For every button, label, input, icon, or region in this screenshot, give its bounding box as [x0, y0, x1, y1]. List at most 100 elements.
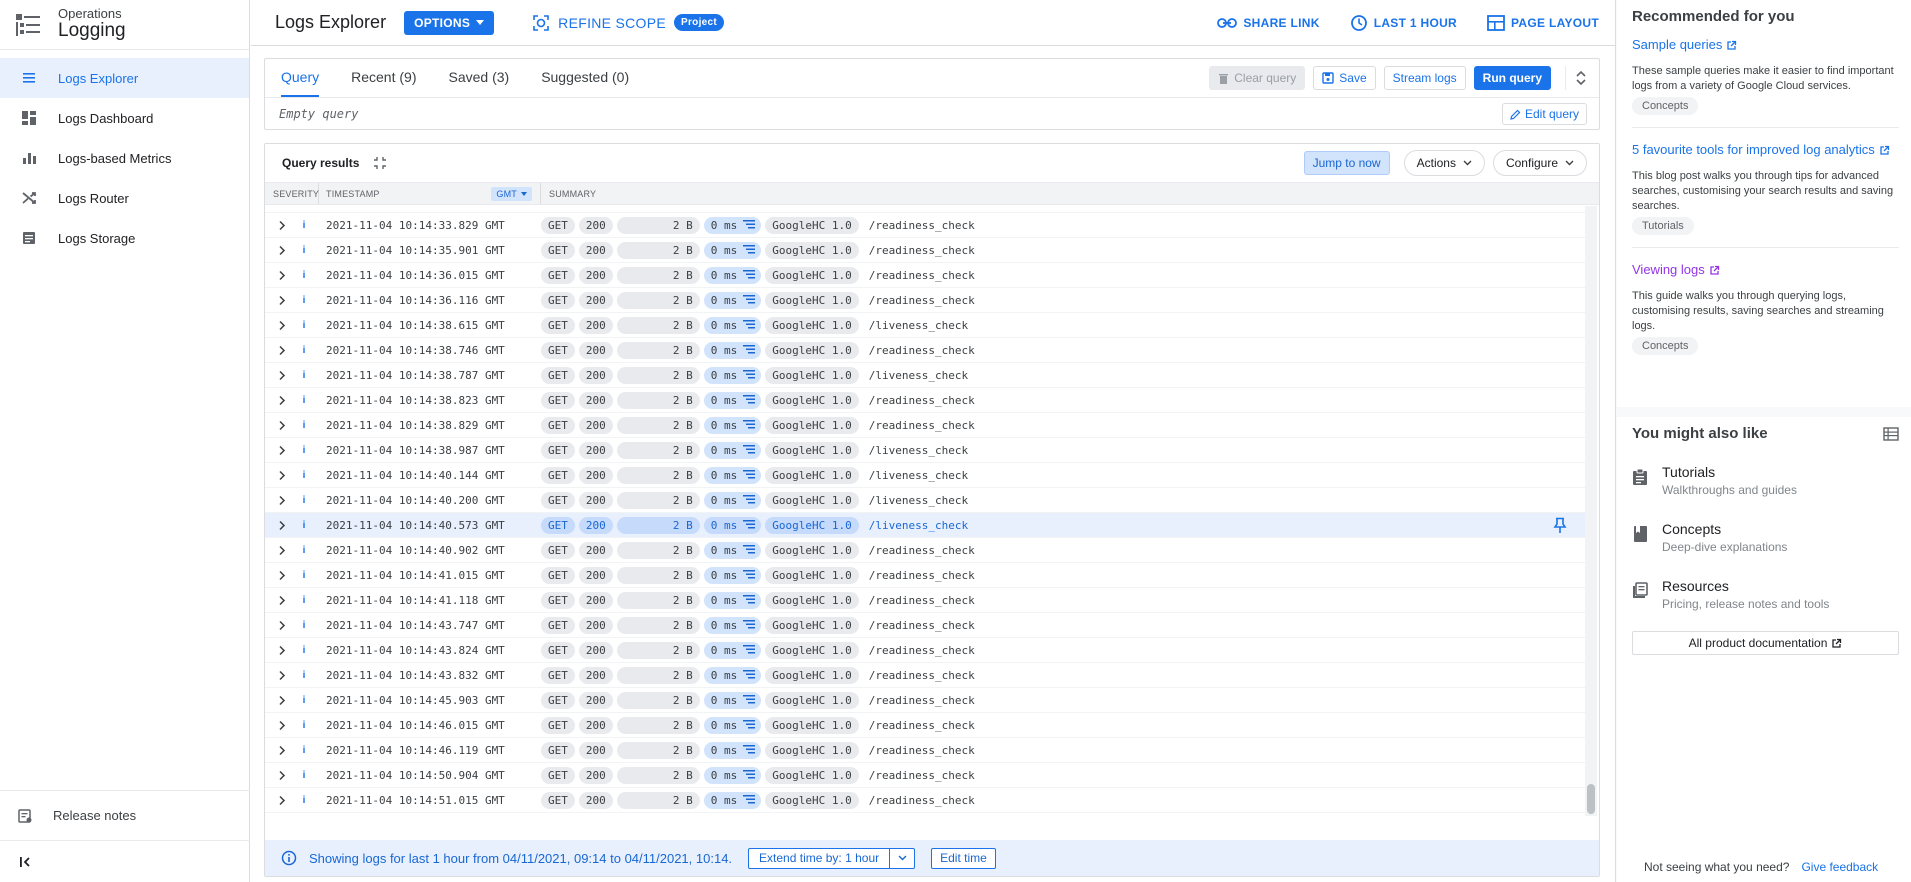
user-agent-chip[interactable]: GoogleHC 1.0 — [765, 266, 859, 284]
expand-row-chevron-icon[interactable] — [265, 595, 289, 606]
expand-row-chevron-icon[interactable] — [265, 520, 289, 531]
method-chip[interactable]: GET — [541, 791, 575, 809]
method-chip[interactable]: GET — [541, 291, 575, 309]
size-chip[interactable]: 2 B — [616, 241, 700, 259]
status-chip[interactable]: 200 — [578, 291, 613, 309]
results-scrollbar[interactable] — [1585, 206, 1597, 816]
table-row[interactable]: i 2021-11-04 10:14:45.903 GMT GET 200 2 B 0 m… — [265, 688, 1587, 713]
nav-item-logs-dashboard[interactable]: Logs Dashboard — [0, 98, 249, 138]
table-row[interactable]: i 2021-11-04 10:14:38.823 GMT GET 200 2 B 0 m… — [265, 388, 1587, 413]
jump-to-now-button[interactable]: Jump to now — [1303, 151, 1390, 175]
method-chip[interactable]: GET — [541, 416, 575, 434]
method-chip[interactable]: GET — [541, 591, 575, 609]
latency-chip[interactable]: 0 ms — [703, 741, 762, 759]
size-chip[interactable]: 2 B — [616, 216, 700, 234]
table-row[interactable]: i 2021-11-04 10:14:35.901 GMT GET 200 2 B 0 m… — [265, 238, 1587, 263]
user-agent-chip[interactable]: GoogleHC 1.0 — [765, 341, 859, 359]
user-agent-chip[interactable]: GoogleHC 1.0 — [765, 566, 859, 584]
method-chip[interactable]: GET — [541, 216, 575, 234]
expand-row-chevron-icon[interactable] — [265, 470, 289, 481]
stream-logs-button[interactable]: Stream logs — [1383, 66, 1466, 90]
status-chip[interactable]: 200 — [578, 566, 613, 584]
expand-row-chevron-icon[interactable] — [265, 570, 289, 581]
user-agent-chip[interactable]: GoogleHC 1.0 — [765, 766, 859, 784]
latency-chip[interactable]: 0 ms — [703, 791, 762, 809]
latency-chip[interactable]: 0 ms — [703, 466, 762, 484]
table-row[interactable]: i 2021-11-04 10:14:46.015 GMT GET 200 2 B 0 m… — [265, 713, 1587, 738]
method-chip[interactable]: GET — [541, 566, 575, 584]
expand-row-chevron-icon[interactable] — [265, 345, 289, 356]
table-row[interactable]: i 2021-11-04 10:14:50.904 GMT GET 200 2 B 0 m… — [265, 763, 1587, 788]
table-row[interactable]: i2021-11-04 10:14:51.120 GMTGET2002 B0 m… — [265, 813, 1587, 816]
user-agent-chip[interactable]: GoogleHC 1.0 — [765, 241, 859, 259]
extend-time-button[interactable]: Extend time by: 1 hour — [748, 847, 916, 869]
user-agent-chip[interactable]: GoogleHC 1.0 — [765, 441, 859, 459]
table-row[interactable]: i 2021-11-04 10:14:38.829 GMT GET 200 2 B 0 m… — [265, 413, 1587, 438]
user-agent-chip[interactable]: GoogleHC 1.0 — [765, 491, 859, 509]
size-chip[interactable]: 2 B — [616, 416, 700, 434]
tab-query[interactable]: Query — [281, 69, 320, 97]
table-row[interactable]: i 2021-11-04 10:14:41.015 GMT GET 200 2 B 0 m… — [265, 563, 1587, 588]
latency-chip[interactable]: 0 ms — [703, 241, 762, 259]
clear-query-button[interactable]: Clear query — [1209, 66, 1306, 90]
refine-scope-button[interactable]: REFINE SCOPE Project — [532, 14, 725, 32]
user-agent-chip[interactable]: GoogleHC 1.0 — [765, 416, 859, 434]
latency-chip[interactable]: 0 ms — [703, 366, 762, 384]
user-agent-chip[interactable]: GoogleHC 1.0 — [765, 466, 859, 484]
tab-saved[interactable]: Saved (3) — [448, 69, 509, 97]
latency-chip[interactable]: 0 ms — [703, 216, 762, 234]
also-like-item-concepts[interactable]: Concepts Deep-dive explanations — [1632, 521, 1899, 554]
status-chip[interactable]: 200 — [578, 391, 613, 409]
user-agent-chip[interactable]: GoogleHC 1.0 — [765, 616, 859, 634]
status-chip[interactable]: 200 — [578, 416, 613, 434]
expand-row-chevron-icon[interactable] — [265, 795, 289, 806]
user-agent-chip[interactable]: GoogleHC 1.0 — [765, 641, 859, 659]
recommended-link[interactable]: Sample queries — [1632, 37, 1722, 52]
status-chip[interactable]: 200 — [578, 516, 613, 534]
release-notes-link[interactable]: Release notes — [0, 790, 250, 840]
size-chip[interactable]: 2 B — [616, 291, 700, 309]
severity-column-header[interactable]: SEVERITY — [265, 183, 319, 204]
method-chip[interactable]: GET — [541, 641, 575, 659]
latency-chip[interactable]: 0 ms — [703, 591, 762, 609]
user-agent-chip[interactable]: GoogleHC 1.0 — [765, 741, 859, 759]
size-chip[interactable]: 2 B — [616, 491, 700, 509]
latency-chip[interactable]: 0 ms — [703, 416, 762, 434]
method-chip[interactable]: GET — [541, 691, 575, 709]
user-agent-chip[interactable]: GoogleHC 1.0 — [765, 516, 859, 534]
status-chip[interactable]: 200 — [578, 666, 613, 684]
expand-row-chevron-icon[interactable] — [265, 545, 289, 556]
expand-row-chevron-icon[interactable] — [265, 420, 289, 431]
method-chip[interactable]: GET — [541, 491, 575, 509]
user-agent-chip[interactable]: GoogleHC 1.0 — [765, 666, 859, 684]
user-agent-chip[interactable]: GoogleHC 1.0 — [765, 716, 859, 734]
timezone-selector[interactable]: GMT — [491, 187, 532, 201]
expand-row-chevron-icon[interactable] — [265, 620, 289, 631]
table-row[interactable]: i 2021-11-04 10:14:40.200 GMT GET 200 2 B 0 m… — [265, 488, 1587, 513]
method-chip[interactable]: GET — [541, 391, 575, 409]
method-chip[interactable]: GET — [541, 516, 575, 534]
table-row[interactable]: i 2021-11-04 10:14:38.615 GMT GET 200 2 B 0 m… — [265, 313, 1587, 338]
collapse-nav-button[interactable] — [0, 840, 250, 882]
method-chip[interactable]: GET — [541, 266, 575, 284]
user-agent-chip[interactable]: GoogleHC 1.0 — [765, 691, 859, 709]
tab-recent[interactable]: Recent (9) — [351, 69, 416, 97]
method-chip[interactable]: GET — [541, 716, 575, 734]
user-agent-chip[interactable]: GoogleHC 1.0 — [765, 216, 859, 234]
expand-row-chevron-icon[interactable] — [265, 270, 289, 281]
table-row[interactable]: i 2021-11-04 10:14:38.987 GMT GET 200 2 B 0 m… — [265, 438, 1587, 463]
run-query-button[interactable]: Run query — [1473, 66, 1551, 90]
status-chip[interactable]: 200 — [578, 366, 613, 384]
status-chip[interactable]: 200 — [578, 266, 613, 284]
timestamp-column-header[interactable]: TIMESTAMP GMT — [319, 183, 541, 204]
user-agent-chip[interactable]: GoogleHC 1.0 — [765, 791, 859, 809]
expand-row-chevron-icon[interactable] — [265, 320, 289, 331]
size-chip[interactable]: 2 B — [616, 391, 700, 409]
size-chip[interactable]: 2 B — [616, 341, 700, 359]
pin-icon[interactable] — [1553, 517, 1567, 537]
table-row[interactable]: i 2021-11-04 10:14:40.144 GMT GET 200 2 B 0 m… — [265, 463, 1587, 488]
latency-chip[interactable]: 0 ms — [703, 566, 762, 584]
size-chip[interactable]: 2 B — [616, 541, 700, 559]
collapse-panel-icon[interactable] — [373, 156, 387, 170]
give-feedback-link[interactable]: Give feedback — [1801, 860, 1878, 874]
